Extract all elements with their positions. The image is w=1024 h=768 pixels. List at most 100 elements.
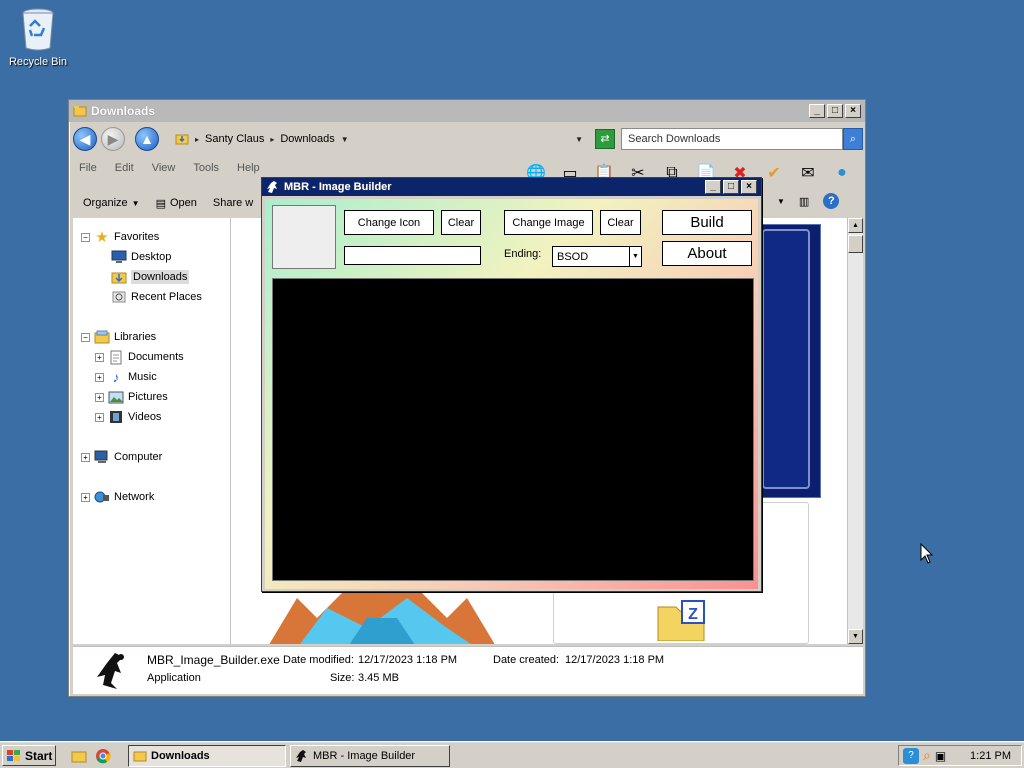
tree-desktop[interactable]: Desktop (111, 248, 171, 266)
tree-label: Recent Places (131, 291, 202, 303)
check-icon[interactable]: ✔ (761, 160, 787, 186)
clear-image-button[interactable]: Clear (600, 210, 641, 235)
name-input[interactable] (344, 246, 481, 265)
clear-icon-button[interactable]: Clear (441, 210, 481, 235)
network-tray-icon[interactable]: ▣ (935, 749, 946, 763)
tree-documents[interactable]: + Documents (95, 348, 184, 366)
about-button[interactable]: About (662, 241, 752, 266)
quicklaunch-chrome[interactable] (94, 747, 112, 765)
date-modified-value: 12/17/2023 1:18 PM (358, 654, 458, 666)
search-input[interactable]: Search Downloads (621, 128, 843, 150)
menu-tools[interactable]: Tools (193, 162, 219, 182)
close-button[interactable]: × (845, 104, 861, 118)
tree-network[interactable]: + Network (81, 488, 154, 506)
tree-favorites[interactable]: − ★ Favorites (81, 228, 159, 246)
magnifier-icon[interactable]: ⌕ (923, 747, 931, 764)
pictures-icon (108, 389, 124, 405)
back-button[interactable]: ◀ (73, 127, 97, 151)
tree-downloads[interactable]: Downloads (111, 268, 190, 286)
ending-selected-value: BSOD (557, 251, 589, 263)
menu-view[interactable]: View (152, 162, 176, 182)
help-icon[interactable]: ? (823, 193, 840, 209)
explorer-titlebar[interactable]: Downloads _ □ × (69, 100, 865, 122)
collapse-toggle[interactable]: − (81, 332, 90, 342)
tree-label: Network (114, 491, 155, 503)
open-button[interactable]: ▤ Open (156, 197, 197, 210)
menu-file[interactable]: File (79, 162, 97, 182)
search-button[interactable]: ⌕ (843, 128, 863, 150)
minimize-button[interactable]: _ (705, 180, 721, 194)
tree-computer[interactable]: + Computer (81, 448, 162, 466)
tree-videos[interactable]: + Videos (95, 408, 161, 426)
menu-help[interactable]: Help (237, 162, 260, 182)
tree-label: Desktop (131, 251, 172, 263)
mbr-image-builder-window[interactable]: MBR - Image Builder _ □ × Change Icon Cl… (261, 177, 762, 592)
expand-toggle[interactable]: + (95, 372, 104, 382)
tree-pictures[interactable]: + Pictures (95, 388, 168, 406)
change-image-button[interactable]: Change Image (504, 210, 593, 235)
quicklaunch-explorer[interactable] (70, 747, 88, 765)
tree-label: Documents (128, 351, 184, 363)
mail-icon[interactable]: ✉ (795, 160, 821, 186)
task-label: Downloads (151, 750, 210, 762)
menu-edit[interactable]: Edit (115, 162, 134, 182)
chevron-down-icon[interactable]: ▼ (341, 135, 349, 144)
folder-icon (71, 751, 87, 763)
tree-libraries[interactable]: − Libraries (81, 328, 156, 346)
ending-select[interactable]: BSOD ▼ (552, 246, 642, 267)
chevron-down-icon[interactable]: ▼ (629, 247, 641, 266)
forward-button[interactable]: ▶ (101, 127, 125, 151)
task-downloads[interactable]: Downloads (128, 745, 286, 767)
view-options-dropdown[interactable]: ▼ (777, 197, 785, 206)
file-thumbnail-selected[interactable] (759, 224, 821, 498)
size-value: 3.45 MB (358, 672, 399, 684)
scroll-thumb[interactable] (848, 235, 863, 253)
address-field[interactable]: ▸ Santy Claus ▸ Downloads ▼ ▼ (171, 128, 587, 150)
help-shield-icon[interactable]: ? (903, 747, 919, 764)
share-button[interactable]: Share w (213, 197, 253, 209)
expand-toggle[interactable]: + (95, 352, 104, 362)
arrow-right-icon: ▶ (107, 130, 119, 147)
expand-toggle[interactable]: + (81, 452, 90, 462)
clock[interactable]: 1:21 PM (970, 750, 1011, 762)
close-button[interactable]: × (741, 180, 757, 194)
build-button[interactable]: Build (662, 210, 752, 235)
preview-pane-icon[interactable]: ▥ (799, 195, 809, 208)
change-icon-button[interactable]: Change Icon (344, 210, 434, 235)
tree-recent-places[interactable]: Recent Places (111, 288, 202, 306)
folder-icon (133, 751, 147, 762)
chevron-right-icon: ▸ (195, 134, 200, 144)
tree-label: Libraries (114, 331, 157, 343)
film-icon (108, 409, 124, 425)
breadcrumb-downloads[interactable]: Downloads (280, 133, 334, 145)
scroll-up-button[interactable]: ▲ (848, 218, 863, 233)
maximize-button[interactable]: □ (723, 180, 739, 194)
collapse-toggle[interactable]: − (81, 232, 90, 242)
recycle-bin[interactable]: Recycle Bin (6, 6, 70, 68)
mbr-titlebar[interactable]: MBR - Image Builder _ □ × (262, 178, 761, 196)
tree-label: Downloads (131, 270, 190, 284)
tree-label: Videos (128, 411, 162, 423)
task-mbr-image-builder[interactable]: MBR - Image Builder (290, 745, 450, 767)
help-bubble-icon[interactable]: ● (829, 160, 855, 186)
maximize-button[interactable]: □ (827, 104, 843, 118)
minimize-button[interactable]: _ (809, 104, 825, 118)
refresh-button[interactable]: ⇄ (595, 129, 615, 149)
mouse-cursor-icon (920, 543, 934, 564)
tree-music[interactable]: + ♪ Music (95, 368, 157, 386)
menu-bar: File Edit View Tools Help (73, 162, 260, 182)
breadcrumb-user[interactable]: Santy Claus (205, 133, 264, 145)
vertical-scrollbar[interactable]: ▲ ▼ (847, 218, 863, 644)
recycle-bin-icon (22, 8, 54, 51)
start-button[interactable]: Start (2, 745, 56, 766)
organize-button[interactable]: Organize ▼ (83, 197, 140, 209)
up-button[interactable]: ▲ (135, 127, 159, 151)
search-icon: ⌕ (849, 133, 857, 145)
scroll-down-button[interactable]: ▼ (848, 629, 863, 644)
address-history-dropdown[interactable]: ▼ (575, 135, 583, 144)
expand-toggle[interactable]: + (95, 412, 104, 422)
tree-label: Computer (114, 451, 163, 463)
system-tray: ? ⌕ ▣ 1:21 PM (898, 745, 1022, 766)
expand-toggle[interactable]: + (81, 492, 90, 502)
expand-toggle[interactable]: + (95, 392, 104, 402)
